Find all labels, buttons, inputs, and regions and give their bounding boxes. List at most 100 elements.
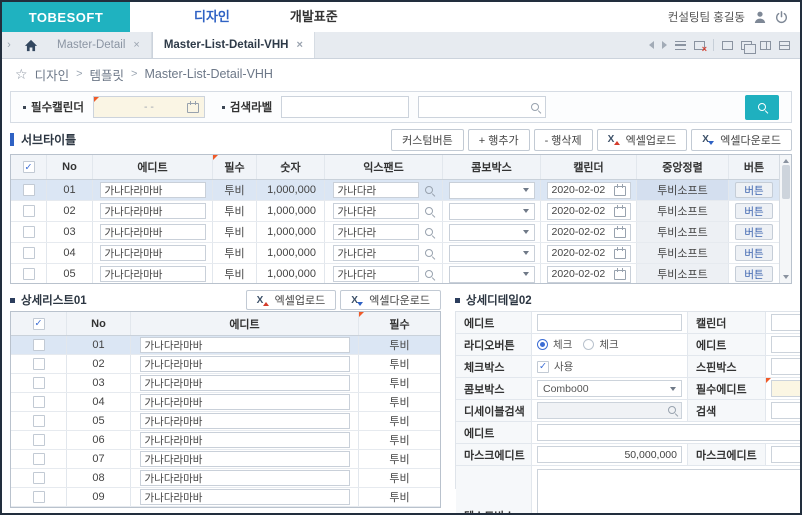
cell-combobox[interactable] [449, 224, 535, 241]
cell-edit-input[interactable] [140, 413, 350, 429]
search-text-input[interactable] [281, 96, 409, 118]
detail-list-row[interactable]: 09 투비 [11, 488, 440, 507]
scroll-down-icon[interactable] [783, 275, 789, 279]
cell-calendar[interactable]: 2020-02-02 [547, 266, 631, 283]
textbox-textarea[interactable] [537, 469, 802, 515]
col-required[interactable]: 필수 [359, 312, 440, 335]
detail-list-row[interactable]: 02 투비 [11, 355, 440, 374]
cell-expand-input[interactable] [333, 203, 419, 219]
cell-button[interactable]: 버튼 [735, 245, 773, 261]
excel-upload-button[interactable]: X 엑셀업로드 [246, 290, 337, 310]
cell-edit-input[interactable] [140, 489, 350, 505]
main-grid-row[interactable]: 03 투비 1,000,000 2020-02-02 [11, 222, 779, 243]
detail-list-row[interactable]: 03 투비 [11, 374, 440, 393]
col-edit[interactable]: 에디트 [131, 312, 359, 335]
col-edit[interactable]: 에디트 [93, 155, 213, 179]
select-all-checkbox[interactable]: ✓ [33, 318, 45, 330]
row-checkbox[interactable] [33, 358, 45, 370]
detail-list-row[interactable]: 01 투비 [11, 336, 440, 355]
main-grid-row[interactable]: 02 투비 1,000,000 2020-02-02 [11, 201, 779, 222]
cell-edit-input[interactable] [140, 375, 350, 391]
prev-tab-icon[interactable] [649, 41, 654, 49]
calendar-icon[interactable] [187, 101, 199, 113]
window-cascade-icon[interactable] [741, 41, 752, 50]
cell-edit-input[interactable] [140, 432, 350, 448]
search-lookup-input[interactable] [418, 96, 546, 118]
row-checkbox[interactable] [33, 453, 45, 465]
window-hsplit-icon[interactable] [779, 41, 790, 50]
col-button[interactable]: 버튼 [729, 155, 779, 179]
mask-edit-input[interactable] [537, 446, 682, 463]
close-icon[interactable]: × [133, 39, 139, 51]
main-grid-row[interactable]: 04 투비 1,000,000 2020-02-02 [11, 243, 779, 264]
cell-edit-input[interactable] [140, 451, 350, 467]
col-required[interactable]: 필수 [213, 155, 257, 179]
menu-design[interactable]: 디자인 [164, 2, 260, 32]
select-all-checkbox[interactable]: ✓ [23, 161, 35, 173]
row-checkbox[interactable] [23, 247, 35, 259]
row-checkbox[interactable] [33, 434, 45, 446]
col-expand[interactable]: 익스팬드 [325, 155, 443, 179]
row-checkbox[interactable] [33, 396, 45, 408]
detail-list-row[interactable]: 07 투비 [11, 450, 440, 469]
row-checkbox[interactable] [23, 184, 35, 196]
row-checkbox[interactable] [33, 339, 45, 351]
main-grid-row[interactable]: 01 투비 1,000,000 2020-02-02 [11, 180, 779, 201]
excel-download-button[interactable]: X 엑셀다운로드 [691, 129, 792, 151]
cell-expand-input[interactable] [333, 266, 419, 282]
window-vsplit-icon[interactable] [760, 41, 771, 50]
col-no[interactable]: No [67, 312, 131, 335]
search-button[interactable] [745, 95, 779, 120]
search-icon[interactable] [424, 269, 435, 280]
cell-edit-input[interactable] [100, 182, 206, 198]
search-icon[interactable] [530, 102, 541, 113]
detail-list-row[interactable]: 05 투비 [11, 412, 440, 431]
cell-edit-input[interactable] [100, 266, 206, 282]
cell-button[interactable]: 버튼 [735, 266, 773, 282]
row-checkbox[interactable] [33, 491, 45, 503]
cell-combobox[interactable] [449, 182, 535, 199]
row-checkbox[interactable] [33, 377, 45, 389]
row-checkbox[interactable] [33, 472, 45, 484]
search-icon[interactable] [424, 185, 435, 196]
close-all-tabs-icon[interactable] [694, 41, 705, 50]
combobox[interactable]: Combo00 [537, 380, 682, 397]
row-checkbox[interactable] [23, 226, 35, 238]
cell-combobox[interactable] [449, 203, 535, 220]
spinbox-input[interactable] [771, 358, 802, 375]
calendar-input[interactable]: - - [771, 314, 802, 331]
cell-edit-input[interactable] [140, 470, 350, 486]
cell-edit-input[interactable] [140, 356, 350, 372]
col-number[interactable]: 숫자 [257, 155, 325, 179]
cell-edit-input[interactable] [100, 224, 206, 240]
cell-button[interactable]: 버튼 [735, 203, 773, 219]
col-combo[interactable]: 콤보박스 [443, 155, 541, 179]
window-single-icon[interactable] [722, 41, 733, 50]
cell-edit-input[interactable] [100, 245, 206, 261]
main-grid-row[interactable]: 05 투비 1,000,000 2020-02-02 [11, 264, 779, 283]
detail-list-row[interactable]: 04 투비 [11, 393, 440, 412]
row-checkbox[interactable] [33, 415, 45, 427]
add-row-button[interactable]: + 행추가 [468, 129, 530, 151]
logout-icon[interactable] [775, 11, 788, 24]
cell-expand-input[interactable] [333, 224, 419, 240]
cell-edit-input[interactable] [140, 394, 350, 410]
scrollbar-thumb[interactable] [782, 165, 790, 199]
edit-input[interactable] [771, 336, 802, 353]
col-calendar[interactable]: 캘린더 [541, 155, 637, 179]
excel-download-button[interactable]: X 엑셀다운로드 [340, 290, 441, 310]
custom-button[interactable]: 커스텀버튼 [391, 129, 464, 151]
cell-combobox[interactable] [449, 266, 535, 283]
required-calendar-input[interactable]: - - [93, 96, 205, 118]
cell-edit-input[interactable] [140, 337, 350, 353]
cell-expand-input[interactable] [333, 245, 419, 261]
tab-list-icon[interactable] [675, 41, 686, 50]
col-center[interactable]: 중앙정렬 [637, 155, 729, 179]
search-input[interactable] [771, 402, 802, 419]
excel-upload-button[interactable]: X 엑셀업로드 [597, 129, 688, 151]
use-checkbox[interactable]: ✓ [537, 361, 549, 373]
tab-master-detail[interactable]: Master-Detail × [46, 32, 152, 58]
detail-list-row[interactable]: 08 투비 [11, 469, 440, 488]
detail-list-row[interactable]: 06 투비 [11, 431, 440, 450]
grid-scrollbar[interactable] [779, 155, 791, 283]
